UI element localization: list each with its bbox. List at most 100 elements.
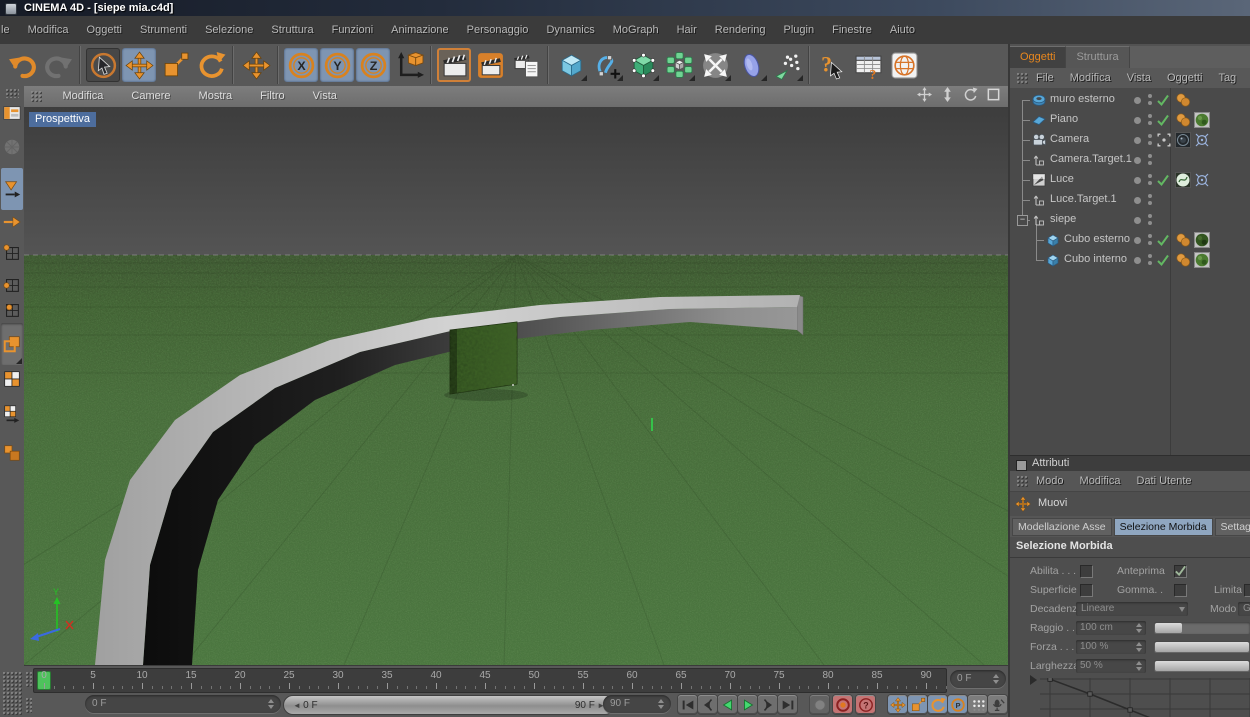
menu-item-se[interactable]: Se <box>1244 68 1250 88</box>
larghezza-field[interactable]: 50 % <box>1076 659 1146 673</box>
visibility-render-dot[interactable] <box>1148 261 1152 265</box>
visibility-render-dot[interactable] <box>1148 121 1152 125</box>
camera-active-icon[interactable] <box>1157 133 1171 147</box>
add-environment-button[interactable] <box>734 48 768 82</box>
add-nurbs-button[interactable] <box>626 48 660 82</box>
spinner-icon[interactable] <box>1132 621 1142 635</box>
edge-mode-button[interactable] <box>1 273 23 297</box>
phong-tag-icon[interactable] <box>1175 252 1191 268</box>
command-manager-button[interactable]: ? <box>851 48 885 82</box>
object-row-cubo-esterno[interactable]: Cubo esterno <box>1010 230 1250 250</box>
visibility-editor-dot[interactable] <box>1148 234 1152 238</box>
object-name[interactable]: Luce.Target.1 <box>1050 193 1117 205</box>
visibility-editor-dot[interactable] <box>1148 114 1152 118</box>
attr-grip[interactable] <box>1016 475 1028 487</box>
render-settings-button[interactable] <box>509 48 543 82</box>
menu-item-funzioni[interactable]: Funzioni <box>323 16 383 44</box>
zoom-view-button[interactable] <box>939 86 956 105</box>
object-row-siepe[interactable]: − siepe <box>1010 210 1250 230</box>
add-deformer-button[interactable] <box>698 48 732 82</box>
menu-item-vista[interactable]: Vista <box>1119 68 1159 88</box>
point-mode-button[interactable] <box>1 234 23 272</box>
rotate-view-view-button[interactable] <box>962 86 979 105</box>
enabled-check-icon[interactable] <box>1156 113 1170 127</box>
menu-item-file[interactable]: File <box>1028 68 1062 88</box>
enabled-check-icon[interactable] <box>1156 173 1170 187</box>
visibility-render-dot[interactable] <box>1148 241 1152 245</box>
object-row-camera[interactable]: Camera <box>1010 130 1250 150</box>
menu-item-modifica[interactable]: Modifica <box>1072 471 1129 491</box>
visibility-editor-dot[interactable] <box>1148 254 1152 258</box>
lock-z-axis-button[interactable]: Z <box>356 48 390 82</box>
key-scale-button[interactable] <box>908 695 927 714</box>
range-start-handle-icon[interactable]: ◄ <box>293 701 303 710</box>
texture-mode-button[interactable] <box>1 366 23 392</box>
target-tag-icon[interactable] <box>1194 172 1210 188</box>
goto-end-button[interactable] <box>778 695 797 714</box>
raggio-field[interactable]: 100 cm <box>1076 621 1146 635</box>
tab-struttura[interactable]: Struttura <box>1066 46 1130 68</box>
render-picture-viewer-button[interactable] <box>473 48 507 82</box>
camera-lens-tag-icon[interactable] <box>1175 132 1191 148</box>
layout-button[interactable] <box>1 100 23 126</box>
frame-ruler[interactable]: 0 5 10 15 20 25 30 35 40 45 50 55 60 65 70 75 80 85 90 <box>33 668 947 693</box>
menu-item-oggetti[interactable]: Oggetti <box>1159 68 1210 88</box>
rotate-tool-button[interactable] <box>194 48 228 82</box>
menu-item-filtro[interactable]: Filtro <box>246 86 298 107</box>
maximize-view-button[interactable] <box>985 88 1002 105</box>
visibility-render-dot[interactable] <box>1148 101 1152 105</box>
anteprima-checkbox[interactable] <box>1174 565 1187 578</box>
add-particles-button[interactable] <box>770 48 804 82</box>
menu-item-personaggio[interactable]: Personaggio <box>458 16 538 44</box>
abilita-checkbox[interactable] <box>1080 565 1093 578</box>
layer-dot[interactable] <box>1134 116 1141 124</box>
record-key-button[interactable] <box>833 695 852 714</box>
menu-item-hair[interactable]: Hair <box>668 16 706 44</box>
help-button[interactable]: ? <box>815 48 849 82</box>
object-mode-button[interactable] <box>1 436 23 470</box>
forza-slider[interactable] <box>1154 641 1250 653</box>
visibility-render-dot[interactable] <box>1148 141 1152 145</box>
texture-green-tag-icon[interactable] <box>1194 112 1210 128</box>
object-name[interactable]: Cubo esterno <box>1064 233 1130 245</box>
visibility-editor-dot[interactable] <box>1148 154 1152 158</box>
add-spline-button[interactable] <box>590 48 624 82</box>
spinner-icon[interactable] <box>264 699 274 709</box>
next-key-button[interactable] <box>758 695 777 714</box>
key-position-button[interactable] <box>888 695 907 714</box>
world-coordinates-button[interactable] <box>1 127 23 167</box>
menu-item-camere[interactable]: Camere <box>117 86 184 107</box>
lock-y-axis-button[interactable]: Y <box>320 48 354 82</box>
object-row-camera-target-1[interactable]: Camera.Target.1 <box>1010 150 1250 170</box>
menu-item-plugin[interactable]: Plugin <box>775 16 824 44</box>
object-row-luce-target-1[interactable]: Luce.Target.1 <box>1010 190 1250 210</box>
menu-item-mostra[interactable]: Mostra <box>185 86 247 107</box>
visibility-render-dot[interactable] <box>1148 181 1152 185</box>
object-name[interactable]: Camera <box>1050 133 1089 145</box>
menu-item-dynamics[interactable]: Dynamics <box>537 16 603 44</box>
superficie-checkbox[interactable] <box>1080 584 1093 597</box>
target-tag-icon[interactable] <box>1194 132 1210 148</box>
visibility-editor-dot[interactable] <box>1148 174 1152 178</box>
menu-item-oggetti[interactable]: Oggetti <box>78 16 131 44</box>
menu-item-selezione[interactable]: Selezione <box>196 16 262 44</box>
layer-dot[interactable] <box>1134 136 1141 144</box>
enabled-check-icon[interactable] <box>1156 253 1170 267</box>
expand-triangle-icon[interactable] <box>1030 675 1037 685</box>
visibility-render-dot[interactable] <box>1148 161 1152 165</box>
gomma-checkbox[interactable] <box>1174 584 1187 597</box>
menu-item-aiuto[interactable]: Aiuto <box>881 16 924 44</box>
tab-settaggi[interactable]: Settag <box>1214 518 1250 536</box>
tab-oggetti[interactable]: Oggetti <box>1010 46 1067 68</box>
layer-dot[interactable] <box>1134 96 1141 104</box>
scale-tool-button[interactable] <box>158 48 192 82</box>
prev-key-button[interactable] <box>698 695 717 714</box>
menu-item-modifica[interactable]: Modifica <box>19 16 78 44</box>
menu-item-struttura[interactable]: Struttura <box>262 16 322 44</box>
move-tool-button[interactable] <box>122 48 156 82</box>
visibility-render-dot[interactable] <box>1148 201 1152 205</box>
online-updater-button[interactable] <box>887 48 921 82</box>
phong-tag-icon[interactable] <box>1175 92 1191 108</box>
ruler-frame-field[interactable]: 0 F <box>950 670 1006 688</box>
menu-item-mograph[interactable]: MoGraph <box>604 16 668 44</box>
